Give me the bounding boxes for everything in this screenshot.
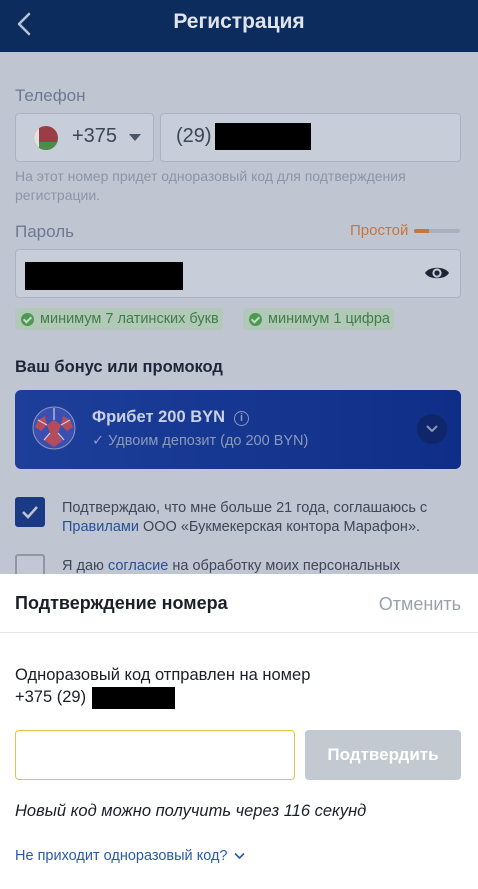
bonus-section-title: Ваш бонус или промокод <box>15 358 223 376</box>
redacted-sent-number <box>92 687 175 709</box>
data-consent-text-part: на обработку моих персональных <box>172 558 401 574</box>
requirement-text: минимум 7 латинских букв <box>40 311 219 327</box>
phone-confirmation-sheet: Подтверждение номера Отменить Одноразовы… <box>0 574 478 889</box>
chevron-down-icon <box>129 134 141 141</box>
age-consent-text-part: Подтверждаю, что мне больше 21 года, сог… <box>62 500 428 516</box>
resend-countdown: Новый код можно получить через 116 секун… <box>15 802 367 820</box>
code-sent-number-line: +375 (29) <box>15 686 310 709</box>
country-code-value: +375 <box>72 125 118 147</box>
requirement-chip-digit: минимум 1 цифра <box>243 308 394 330</box>
password-strength-bar <box>414 229 460 233</box>
bonus-expand-button[interactable] <box>417 414 447 444</box>
registration-form: Телефон +375 (29) На этот номер придет о… <box>0 52 478 584</box>
no-code-help-text: Не приходит одноразовый код? <box>15 848 228 864</box>
bonus-card[interactable]: Фрибет 200 BYN i ✓ Удвоим депозит (до 20… <box>15 390 461 469</box>
check-circle-icon <box>249 313 262 326</box>
age-consent-text: Подтверждаю, что мне больше 21 года, сог… <box>62 499 467 537</box>
requirement-chip-letters: минимум 7 латинских букв <box>15 308 223 330</box>
cancel-button[interactable]: Отменить <box>379 594 461 615</box>
code-sent-message: Одноразовый код отправлен на номер +375 … <box>15 664 311 709</box>
top-bar: Регистрация <box>0 0 478 52</box>
code-sent-line: Одноразовый код отправлен на номер <box>15 666 311 684</box>
phone-hint: На этот номер придет одноразовый код для… <box>15 168 406 203</box>
country-code-select[interactable]: +375 <box>15 113 154 162</box>
data-consent-text-part: Я даю <box>62 558 104 574</box>
password-input[interactable] <box>15 249 461 298</box>
sent-number-prefix: +375 (29) <box>15 688 87 706</box>
requirement-text: минимум 1 цифра <box>268 311 390 327</box>
page-title: Регистрация <box>173 10 305 33</box>
chevron-down-icon <box>426 425 438 433</box>
consent-link[interactable]: согласие <box>108 558 168 574</box>
football-ball-icon <box>32 406 76 450</box>
age-consent-checkbox[interactable] <box>15 497 45 527</box>
password-strength-fill <box>414 229 430 233</box>
redacted-password <box>25 262 183 290</box>
redacted-phone-number <box>215 123 311 150</box>
bonus-card-title: Фрибет 200 BYN <box>92 408 226 426</box>
info-icon[interactable]: i <box>234 411 249 426</box>
confirm-button[interactable]: Подтвердить <box>305 730 461 780</box>
password-label: Пароль <box>15 222 74 241</box>
check-circle-icon <box>21 313 34 326</box>
one-time-code-input[interactable] <box>15 730 295 780</box>
checkmark-icon <box>22 506 38 519</box>
belarus-flag-icon <box>34 126 58 150</box>
sheet-header: Подтверждение номера Отменить <box>0 574 478 633</box>
phone-label: Телефон <box>15 86 86 105</box>
eye-icon[interactable] <box>424 263 450 283</box>
phone-input[interactable]: (29) <box>160 113 461 162</box>
sheet-title: Подтверждение номера <box>15 593 228 613</box>
password-strength-label: Простой <box>350 222 409 239</box>
chevron-down-icon <box>233 853 245 860</box>
bonus-card-subtitle: ✓ Удвоим депозит (до 200 BYN) <box>92 433 309 449</box>
rules-link[interactable]: Правилами <box>62 519 139 535</box>
age-consent-text-part: ООО «Букмекерская контора Марафон». <box>142 519 421 535</box>
no-code-help-link[interactable]: Не приходит одноразовый код? <box>15 848 245 864</box>
phone-prefix: (29) <box>176 125 212 147</box>
